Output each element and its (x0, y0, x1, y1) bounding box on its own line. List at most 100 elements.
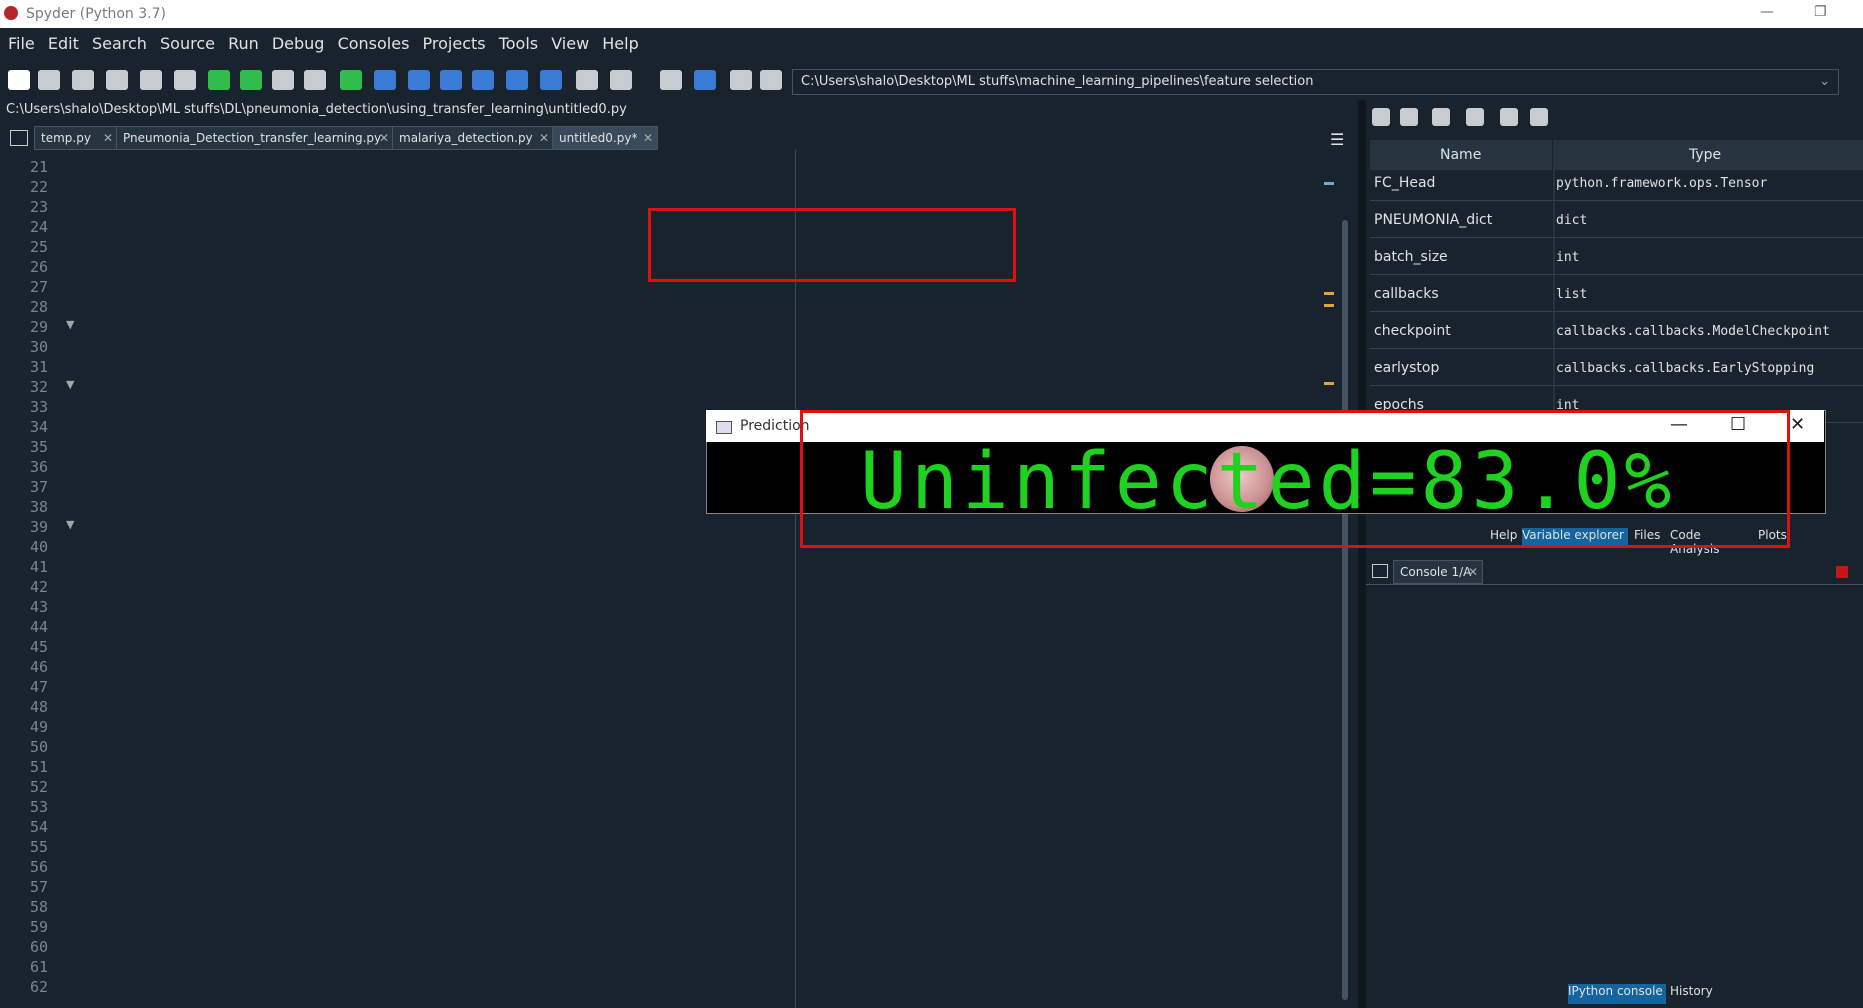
tab-pneumonia-detection[interactable]: Pneumonia_Detection_transfer_learning.py… (116, 126, 394, 150)
highlight-box-path (648, 208, 1016, 282)
save-data-icon[interactable] (1400, 108, 1418, 126)
menu-search[interactable]: Search (92, 34, 147, 53)
menu-tools[interactable]: Tools (499, 34, 538, 53)
new-file-icon[interactable] (8, 70, 30, 90)
step-icon[interactable] (408, 70, 430, 90)
line-number: 43 (29, 598, 48, 616)
debug-icon[interactable] (374, 70, 396, 90)
continue-icon[interactable] (506, 70, 528, 90)
tab-console[interactable]: Console 1/A ✕ (1393, 560, 1483, 584)
line-number: 59 (29, 918, 48, 936)
line-number: 30 (29, 338, 48, 356)
save-all-icon[interactable] (106, 70, 128, 90)
close-icon[interactable]: ✕ (539, 131, 549, 145)
menu-edit[interactable]: Edit (48, 34, 79, 53)
maximize-pane-icon[interactable] (576, 70, 598, 90)
line-number: 22 (29, 178, 48, 196)
editor-scrollbar[interactable] (1338, 150, 1352, 1008)
line-number: 42 (29, 578, 48, 596)
options-menu-icon[interactable]: ☰ (1330, 130, 1344, 149)
close-icon[interactable]: ✕ (1790, 414, 1805, 435)
fold-arrow-icon[interactable]: ▼ (66, 318, 74, 331)
line-number: 23 (29, 198, 48, 216)
line-number: 53 (29, 798, 48, 816)
run-selection-icon[interactable] (304, 70, 326, 90)
remove-all-icon[interactable] (1466, 108, 1484, 126)
minimize-icon[interactable]: — (1760, 4, 1774, 20)
column-header-label: Name (1440, 147, 1482, 163)
line-number: 33 (29, 398, 48, 416)
refresh-icon[interactable] (1530, 108, 1548, 126)
line-number: 51 (29, 758, 48, 776)
line-number: 40 (29, 538, 48, 556)
table-row[interactable] (1370, 277, 1863, 312)
line-number: 41 (29, 558, 48, 576)
step-return-icon[interactable] (472, 70, 494, 90)
line-number: 50 (29, 738, 48, 756)
fold-arrow-icon[interactable]: ▼ (66, 378, 74, 391)
tab-malariya-detection[interactable]: malariya_detection.py ✕ (392, 126, 554, 150)
save-data-as-icon[interactable] (1432, 108, 1450, 126)
open-file-icon[interactable] (38, 70, 60, 90)
menu-run[interactable]: Run (228, 34, 259, 53)
run-cell-icon[interactable] (240, 70, 262, 90)
working-directory-combo[interactable]: C:\Users\shalo\Desktop\ML stuffs\machine… (792, 69, 1839, 95)
pane-splitter[interactable] (1358, 100, 1366, 1008)
close-icon[interactable]: ✕ (643, 131, 653, 145)
search-icon[interactable] (1500, 108, 1518, 126)
line-number: 46 (29, 658, 48, 676)
fullscreen-icon[interactable] (610, 70, 632, 90)
line-number: 55 (29, 838, 48, 856)
close-icon[interactable]: ✕ (103, 131, 113, 145)
variable-name: PNEUMONIA_dict (1374, 212, 1493, 228)
browse-tabs-icon[interactable] (10, 130, 28, 146)
run-icon[interactable] (208, 70, 230, 90)
fold-arrow-icon[interactable]: ▼ (66, 518, 74, 531)
editor-file-path: C:\Users\shalo\Desktop\ML stuffs\DL\pneu… (6, 102, 627, 117)
line-number: 45 (29, 638, 48, 656)
chevron-down-icon[interactable]: ⌄ (1819, 74, 1830, 89)
list-icon[interactable] (140, 70, 162, 90)
tab-history[interactable]: History (1670, 984, 1716, 1004)
at-icon[interactable] (174, 70, 196, 90)
step-into-icon[interactable] (440, 70, 462, 90)
menu-view[interactable]: View (551, 34, 589, 53)
variable-type: python.framework.ops.Tensor (1556, 176, 1768, 191)
back-icon[interactable] (730, 70, 752, 90)
menu-file[interactable]: File (8, 34, 35, 53)
close-icon[interactable]: ✕ (379, 131, 389, 145)
forward-icon[interactable] (760, 70, 782, 90)
browse-tabs-icon[interactable] (1372, 564, 1388, 578)
import-data-icon[interactable] (1372, 108, 1390, 126)
line-number: 35 (29, 438, 48, 456)
line-number: 36 (29, 458, 48, 476)
menu-projects[interactable]: Projects (423, 34, 486, 53)
variable-name: checkpoint (1374, 323, 1451, 339)
line-number: 32 (29, 378, 48, 396)
line-number: 21 (29, 158, 48, 176)
variable-type: dict (1556, 213, 1588, 228)
stop-kernel-icon[interactable] (1836, 566, 1848, 578)
restore-icon[interactable]: ❐ (1814, 4, 1827, 20)
menu-source[interactable]: Source (160, 34, 215, 53)
python-path-icon[interactable] (694, 70, 716, 90)
highlight-box-prediction (800, 410, 1790, 548)
run-cell-advance-icon[interactable] (272, 70, 294, 90)
preferences-icon[interactable] (660, 70, 682, 90)
scrollbar-thumb[interactable] (1342, 220, 1348, 1000)
menu-help[interactable]: Help (602, 34, 638, 53)
tab-untitled0[interactable]: untitled0.py* ✕ (552, 126, 658, 150)
menu-consoles[interactable]: Consoles (338, 34, 410, 53)
variable-type: callbacks.callbacks.EarlyStopping (1556, 361, 1815, 376)
tab-temp[interactable]: temp.py ✕ (34, 126, 118, 150)
save-icon[interactable] (72, 70, 94, 90)
menu-debug[interactable]: Debug (272, 34, 325, 53)
line-number: 25 (29, 238, 48, 256)
tab-ipython-console[interactable]: IPython console (1568, 984, 1666, 1004)
line-number: 60 (29, 938, 48, 956)
stop-debug-icon[interactable] (540, 70, 562, 90)
close-icon[interactable]: ✕ (1468, 565, 1478, 579)
rerun-icon[interactable] (340, 70, 362, 90)
line-number: 38 (29, 498, 48, 516)
variable-name: earlystop (1374, 360, 1440, 376)
